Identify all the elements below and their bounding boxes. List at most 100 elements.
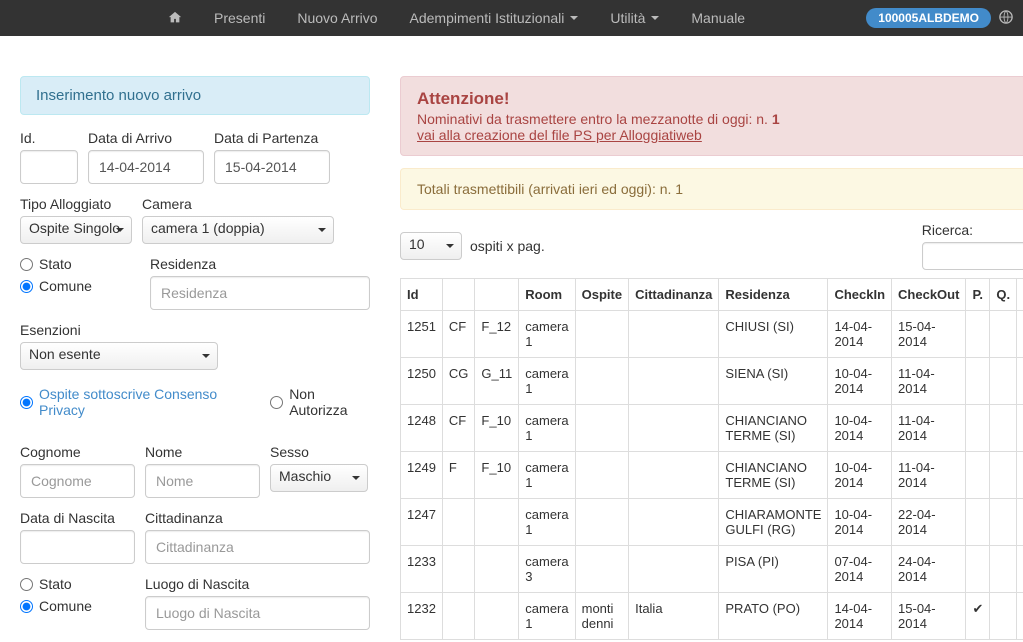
table-header[interactable] bbox=[475, 279, 519, 311]
residenza-input[interactable] bbox=[150, 276, 370, 310]
luogo-label: Luogo di Nascita bbox=[145, 576, 370, 592]
table-cell: camera 1 bbox=[519, 499, 575, 546]
table-cell: 1251 bbox=[401, 311, 443, 358]
user-badge[interactable]: 100005ALBDEMO bbox=[866, 8, 991, 28]
table-cell: 1250 bbox=[401, 358, 443, 405]
table-cell: CHIUSI (SI) bbox=[719, 311, 828, 358]
panel-header: Inserimento nuovo arrivo bbox=[20, 76, 370, 115]
esenzioni-select[interactable]: Non esente bbox=[20, 342, 218, 370]
globe-icon[interactable] bbox=[999, 10, 1013, 27]
nonaut-radio[interactable] bbox=[270, 396, 283, 409]
tipo-label: Tipo Alloggiato bbox=[20, 196, 132, 212]
privacy-radio[interactable] bbox=[20, 396, 33, 409]
table-row: 1251CFF_12camera 1CHIUSI (SI)14-04-20141… bbox=[401, 311, 1023, 358]
cognome-label: Cognome bbox=[20, 444, 135, 460]
nav-nuovo-arrivo[interactable]: Nuovo Arrivo bbox=[283, 2, 391, 34]
table-cell: monti denni bbox=[575, 593, 628, 640]
table-cell bbox=[575, 405, 628, 452]
pagesize-label: ospiti x pag. bbox=[470, 238, 545, 254]
table-cell: F bbox=[442, 452, 475, 499]
table-cell: camera 1 bbox=[519, 593, 575, 640]
pagesize-select[interactable]: 10 bbox=[400, 232, 462, 260]
comune-label: Comune bbox=[39, 278, 92, 294]
table-cell bbox=[629, 311, 719, 358]
table-header[interactable]: Azioni bbox=[1017, 279, 1023, 311]
id-label: Id. bbox=[20, 130, 78, 146]
table-row: 1248CFF_10camera 1CHIANCIANO TERME (SI)1… bbox=[401, 405, 1023, 452]
table-row: 1233camera 3PISA (PI)07-04-201424-04-201… bbox=[401, 546, 1023, 593]
partenza-input[interactable] bbox=[214, 150, 330, 184]
table-header[interactable]: Cittadinanza bbox=[629, 279, 719, 311]
actions-cell: 🔧Azioni bbox=[1017, 358, 1023, 405]
table-cell: G_11 bbox=[475, 358, 519, 405]
cittadinanza-input[interactable] bbox=[145, 530, 370, 564]
table-cell: 14-04-2014 bbox=[828, 311, 892, 358]
table-cell bbox=[990, 452, 1017, 499]
tipo-select[interactable]: Ospite Singolo bbox=[20, 216, 132, 244]
table-header[interactable]: Room bbox=[519, 279, 575, 311]
insert-form-panel: Inserimento nuovo arrivo Id. Data di Arr… bbox=[20, 76, 370, 642]
search-input[interactable] bbox=[922, 242, 1023, 270]
table-cell: camera 1 bbox=[519, 358, 575, 405]
privacy-label[interactable]: Ospite sottoscrive Consenso Privacy bbox=[39, 386, 252, 418]
main-content: Attenzione! Nominativi da trasmettere en… bbox=[400, 76, 1023, 642]
camera-select[interactable]: camera 1 (doppia) bbox=[142, 216, 334, 244]
table-cell: CF bbox=[442, 311, 475, 358]
table-cell: 1249 bbox=[401, 452, 443, 499]
table-cell bbox=[966, 452, 990, 499]
chevron-down-icon bbox=[651, 16, 659, 20]
table-cell: 1247 bbox=[401, 499, 443, 546]
table-cell: 15-04-2014 bbox=[892, 593, 966, 640]
table-header[interactable]: Ospite bbox=[575, 279, 628, 311]
table-cell bbox=[966, 311, 990, 358]
stato-radio[interactable] bbox=[20, 258, 33, 271]
home-icon[interactable] bbox=[154, 3, 196, 33]
table-cell: 11-04-2014 bbox=[892, 358, 966, 405]
table-cell bbox=[475, 593, 519, 640]
table-header[interactable]: Id bbox=[401, 279, 443, 311]
table-header[interactable]: Q. bbox=[990, 279, 1017, 311]
cognome-input[interactable] bbox=[20, 464, 135, 498]
nav-manuale[interactable]: Manuale bbox=[677, 2, 759, 34]
luogo-input[interactable] bbox=[145, 596, 370, 630]
table-header[interactable]: CheckIn bbox=[828, 279, 892, 311]
table-cell: F_10 bbox=[475, 405, 519, 452]
table-cell bbox=[629, 499, 719, 546]
table-cell: PISA (PI) bbox=[719, 546, 828, 593]
table-cell: 11-04-2014 bbox=[892, 405, 966, 452]
table-cell bbox=[575, 499, 628, 546]
table-cell: 1248 bbox=[401, 405, 443, 452]
table-cell: CF bbox=[442, 405, 475, 452]
table-header[interactable]: CheckOut bbox=[892, 279, 966, 311]
id-input[interactable] bbox=[20, 150, 78, 184]
stato2-radio[interactable] bbox=[20, 578, 33, 591]
arrivo-input[interactable] bbox=[88, 150, 204, 184]
table-cell: SIENA (SI) bbox=[719, 358, 828, 405]
chevron-down-icon bbox=[570, 16, 578, 20]
esenzioni-label: Esenzioni bbox=[20, 322, 218, 338]
datanascita-input[interactable] bbox=[20, 530, 135, 564]
table-header[interactable]: P. bbox=[966, 279, 990, 311]
nav-presenti[interactable]: Presenti bbox=[200, 2, 279, 34]
nome-input[interactable] bbox=[145, 464, 260, 498]
table-cell bbox=[629, 405, 719, 452]
nav-adempimenti[interactable]: Adempimenti Istituzionali bbox=[396, 2, 593, 34]
top-navbar: Presenti Nuovo Arrivo Adempimenti Istitu… bbox=[0, 0, 1023, 36]
nav-utilita[interactable]: Utilità bbox=[596, 2, 673, 34]
comune-radio[interactable] bbox=[20, 280, 33, 293]
table-header[interactable] bbox=[442, 279, 475, 311]
guests-table: Id RoomOspiteCittadinanzaResidenzaCheckIn… bbox=[400, 278, 1023, 640]
table-cell bbox=[990, 311, 1017, 358]
table-cell: camera 1 bbox=[519, 405, 575, 452]
table-cell: F_10 bbox=[475, 452, 519, 499]
alert-link[interactable]: vai alla creazione del file PS per Allog… bbox=[417, 127, 702, 143]
check-icon: ✔ bbox=[972, 601, 983, 616]
table-row: 1250CGG_11camera 1SIENA (SI)10-04-201411… bbox=[401, 358, 1023, 405]
table-cell: Italia bbox=[629, 593, 719, 640]
sesso-select[interactable]: Maschio bbox=[270, 464, 368, 492]
table-cell bbox=[575, 358, 628, 405]
table-cell: 14-04-2014 bbox=[828, 593, 892, 640]
table-cell bbox=[990, 546, 1017, 593]
alert-danger: Attenzione! Nominativi da trasmettere en… bbox=[400, 76, 1023, 156]
table-header[interactable]: Residenza bbox=[719, 279, 828, 311]
